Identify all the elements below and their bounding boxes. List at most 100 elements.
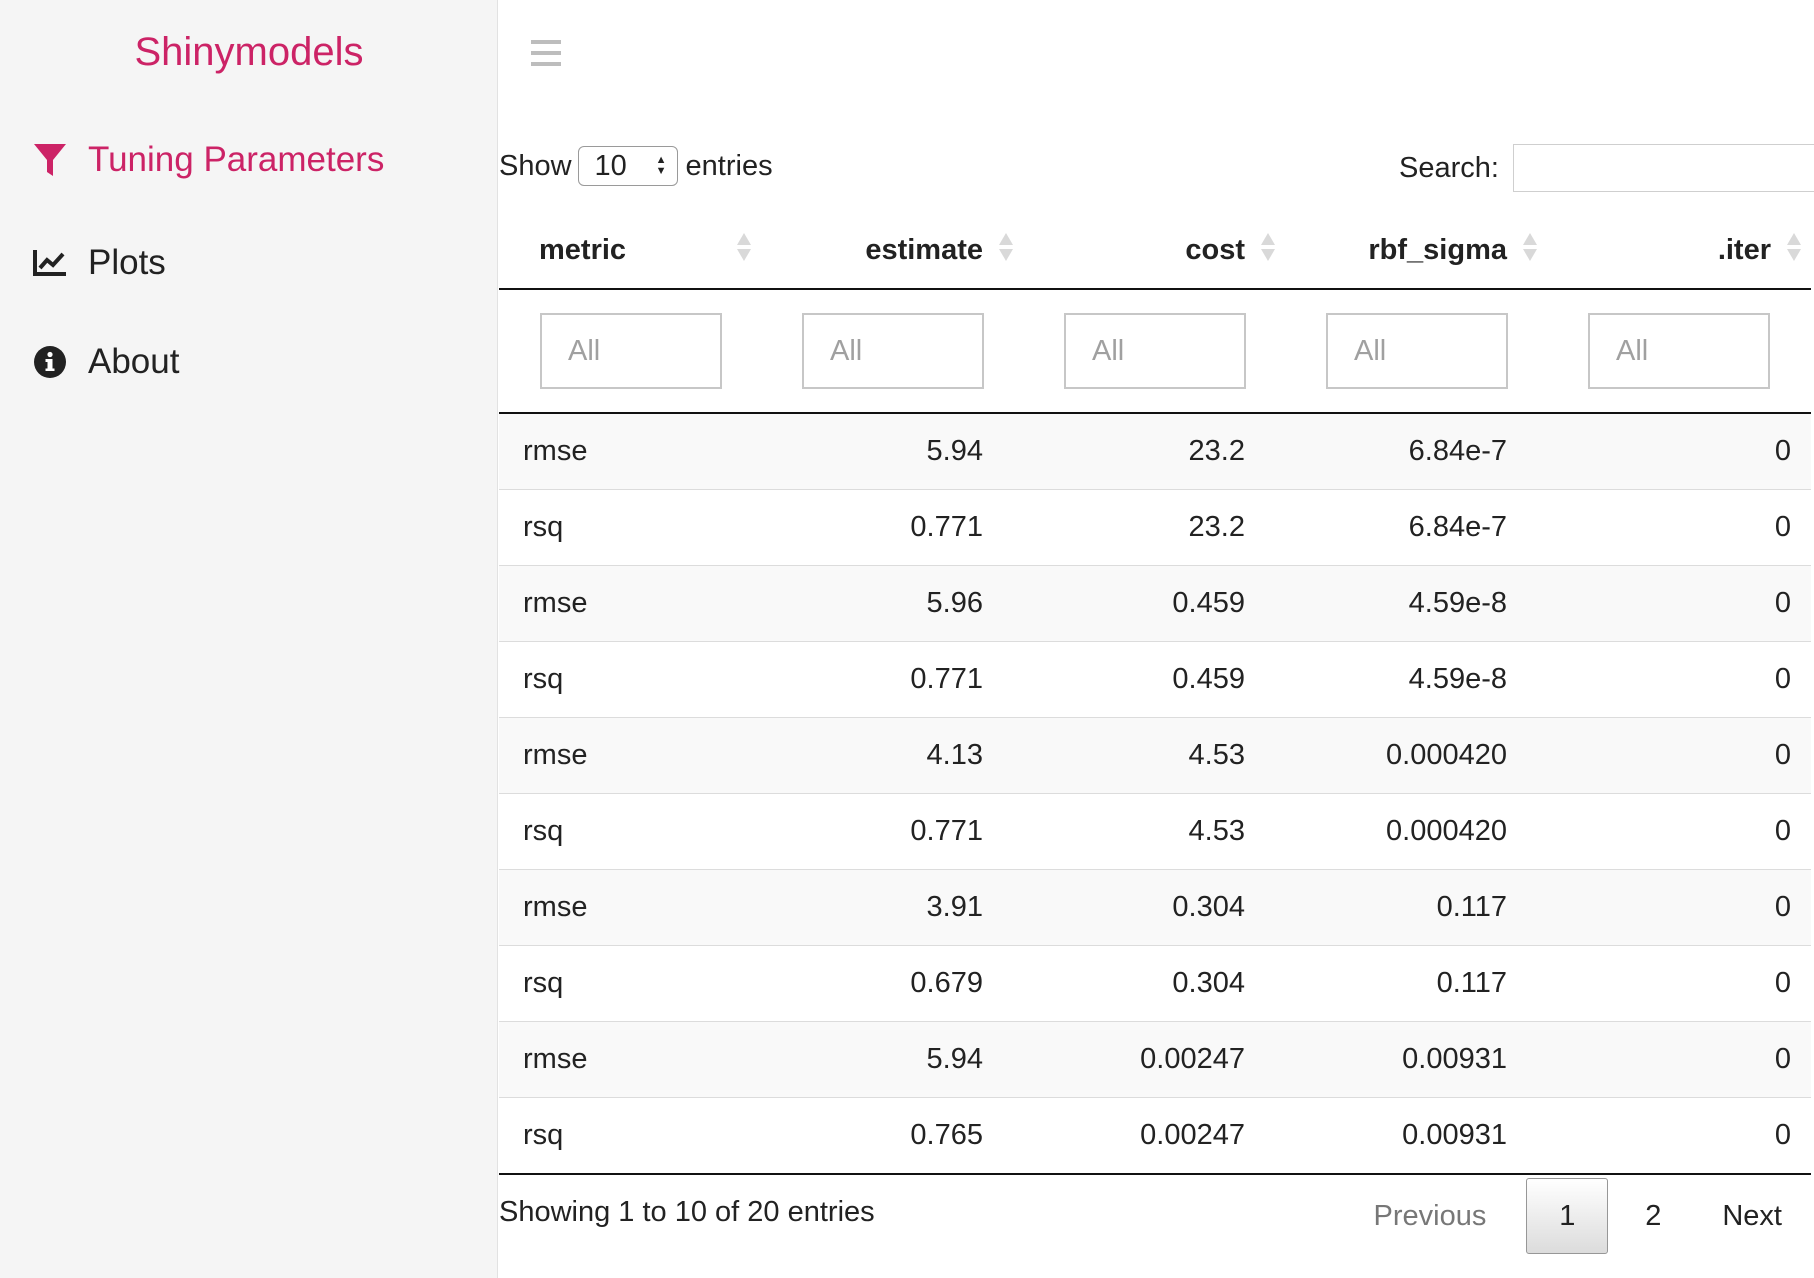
table-row: rmse 3.91 0.304 0.117 0 bbox=[499, 869, 1811, 946]
pagination: Previous 1 2 Next bbox=[1350, 1178, 1792, 1254]
cell-metric: rmse bbox=[499, 869, 761, 946]
entries-label: entries bbox=[685, 149, 773, 182]
cell-iter: 0 bbox=[1547, 869, 1811, 946]
cell-estimate: 0.771 bbox=[761, 793, 1023, 870]
cell-iter: 0 bbox=[1547, 565, 1811, 642]
cell-estimate: 0.771 bbox=[761, 489, 1023, 566]
filter-row bbox=[499, 289, 1811, 414]
cell-rbf-sigma: 4.59e-8 bbox=[1285, 641, 1547, 718]
cell-rbf-sigma: 0.117 bbox=[1285, 869, 1547, 946]
filter-input-metric[interactable] bbox=[540, 313, 722, 389]
cell-iter: 0 bbox=[1547, 413, 1811, 490]
cell-rbf-sigma: 0.00931 bbox=[1285, 1097, 1547, 1175]
filter-input-estimate[interactable] bbox=[802, 313, 984, 389]
brand-title[interactable]: Shinymodels bbox=[0, 30, 498, 75]
cell-estimate: 0.771 bbox=[761, 641, 1023, 718]
cell-cost: 0.304 bbox=[1023, 945, 1285, 1022]
sidebar-item-label: About bbox=[88, 342, 180, 381]
cell-rbf-sigma: 6.84e-7 bbox=[1285, 489, 1547, 566]
cell-cost: 0.00247 bbox=[1023, 1097, 1285, 1175]
sidebar-item-tuning-parameters[interactable]: Tuning Parameters bbox=[32, 130, 384, 190]
cell-cost: 23.2 bbox=[1023, 413, 1285, 490]
cell-rbf-sigma: 0.000420 bbox=[1285, 793, 1547, 870]
column-header-cost[interactable]: cost bbox=[1023, 212, 1285, 290]
search-label: Search: bbox=[1399, 151, 1499, 184]
cell-cost: 0.00247 bbox=[1023, 1021, 1285, 1098]
cell-iter: 0 bbox=[1547, 945, 1811, 1022]
cell-estimate: 5.94 bbox=[761, 1021, 1023, 1098]
cell-cost: 0.459 bbox=[1023, 565, 1285, 642]
sort-icon bbox=[1261, 233, 1275, 267]
cell-metric: rsq bbox=[499, 945, 761, 1022]
search-control: Search: bbox=[1399, 144, 1814, 192]
cell-iter: 0 bbox=[1547, 489, 1811, 566]
info-circle-icon bbox=[32, 344, 68, 380]
cell-estimate: 0.765 bbox=[761, 1097, 1023, 1175]
cell-cost: 4.53 bbox=[1023, 793, 1285, 870]
cell-cost: 0.304 bbox=[1023, 869, 1285, 946]
cell-estimate: 3.91 bbox=[761, 869, 1023, 946]
column-header-estimate[interactable]: estimate bbox=[761, 212, 1023, 290]
table-body: rmse 5.94 23.2 6.84e-7 0 rsq 0.771 23.2 … bbox=[499, 413, 1811, 1175]
entries-length-select[interactable]: 10 ▲ ▼ bbox=[577, 146, 678, 186]
cell-metric: rsq bbox=[499, 793, 761, 870]
cell-estimate: 5.96 bbox=[761, 565, 1023, 642]
filter-input-iter[interactable] bbox=[1588, 313, 1770, 389]
cell-cost: 23.2 bbox=[1023, 489, 1285, 566]
cell-metric: rsq bbox=[499, 1097, 761, 1175]
cell-rbf-sigma: 0.000420 bbox=[1285, 717, 1547, 794]
cell-metric: rsq bbox=[499, 641, 761, 718]
cell-cost: 4.53 bbox=[1023, 717, 1285, 794]
table-info: Showing 1 to 10 of 20 entries bbox=[499, 1196, 875, 1228]
sidebar-item-about[interactable]: About bbox=[32, 332, 179, 392]
sort-icon bbox=[1787, 233, 1801, 267]
previous-page-button[interactable]: Previous bbox=[1350, 1178, 1511, 1254]
next-page-button[interactable]: Next bbox=[1698, 1178, 1792, 1254]
cell-estimate: 5.94 bbox=[761, 413, 1023, 490]
sort-icon bbox=[737, 233, 751, 267]
select-arrows-icon: ▲ ▼ bbox=[655, 154, 667, 177]
filter-input-cost[interactable] bbox=[1064, 313, 1246, 389]
table-row: rmse 5.96 0.459 4.59e-8 0 bbox=[499, 565, 1811, 642]
column-header-iter[interactable]: .iter bbox=[1547, 212, 1811, 290]
sidebar-item-plots[interactable]: Plots bbox=[32, 233, 166, 293]
sort-icon bbox=[999, 233, 1013, 267]
cell-metric: rsq bbox=[499, 489, 761, 566]
cell-estimate: 4.13 bbox=[761, 717, 1023, 794]
table-row: rmse 5.94 23.2 6.84e-7 0 bbox=[499, 413, 1811, 490]
page-button-1[interactable]: 1 bbox=[1526, 1178, 1609, 1254]
filter-input-rbf-sigma[interactable] bbox=[1326, 313, 1508, 389]
table-row: rsq 0.771 4.53 0.000420 0 bbox=[499, 793, 1811, 870]
length-value: 10 bbox=[594, 149, 627, 182]
table-row: rsq 0.771 0.459 4.59e-8 0 bbox=[499, 641, 1811, 718]
filter-icon bbox=[32, 142, 68, 178]
sidebar-item-label: Tuning Parameters bbox=[88, 140, 385, 179]
length-control: Show 10 ▲ ▼ entries bbox=[499, 144, 773, 188]
table-row: rmse 5.94 0.00247 0.00931 0 bbox=[499, 1021, 1811, 1098]
column-header-metric[interactable]: metric bbox=[499, 212, 761, 290]
column-header-rbf-sigma[interactable]: rbf_sigma bbox=[1285, 212, 1547, 290]
page-button-2[interactable]: 2 bbox=[1608, 1178, 1698, 1254]
table-row: rsq 0.771 23.2 6.84e-7 0 bbox=[499, 489, 1811, 566]
cell-metric: rmse bbox=[499, 717, 761, 794]
header-row: metric estimate cost rbf_sigma .iter bbox=[499, 212, 1811, 290]
cell-metric: rmse bbox=[499, 1021, 761, 1098]
sort-icon bbox=[1523, 233, 1537, 267]
cell-iter: 0 bbox=[1547, 717, 1811, 794]
show-label: Show bbox=[499, 149, 572, 182]
cell-rbf-sigma: 4.59e-8 bbox=[1285, 565, 1547, 642]
cell-rbf-sigma: 6.84e-7 bbox=[1285, 413, 1547, 490]
sidebar-item-label: Plots bbox=[88, 243, 166, 282]
table-row: rsq 0.765 0.00247 0.00931 0 bbox=[499, 1097, 1811, 1175]
table-row: rmse 4.13 4.53 0.000420 0 bbox=[499, 717, 1811, 794]
cell-iter: 0 bbox=[1547, 641, 1811, 718]
search-input[interactable] bbox=[1512, 144, 1814, 192]
cell-estimate: 0.679 bbox=[761, 945, 1023, 1022]
sidebar: Shinymodels Tuning Parameters Plots Abou… bbox=[0, 0, 498, 1278]
cell-iter: 0 bbox=[1547, 1021, 1811, 1098]
hamburger-menu-icon[interactable] bbox=[531, 40, 561, 66]
results-table: metric estimate cost rbf_sigma .iter All… bbox=[499, 212, 1811, 1175]
table-row: rsq 0.679 0.304 0.117 0 bbox=[499, 945, 1811, 1022]
cell-iter: 0 bbox=[1547, 1097, 1811, 1175]
cell-metric: rmse bbox=[499, 413, 761, 490]
